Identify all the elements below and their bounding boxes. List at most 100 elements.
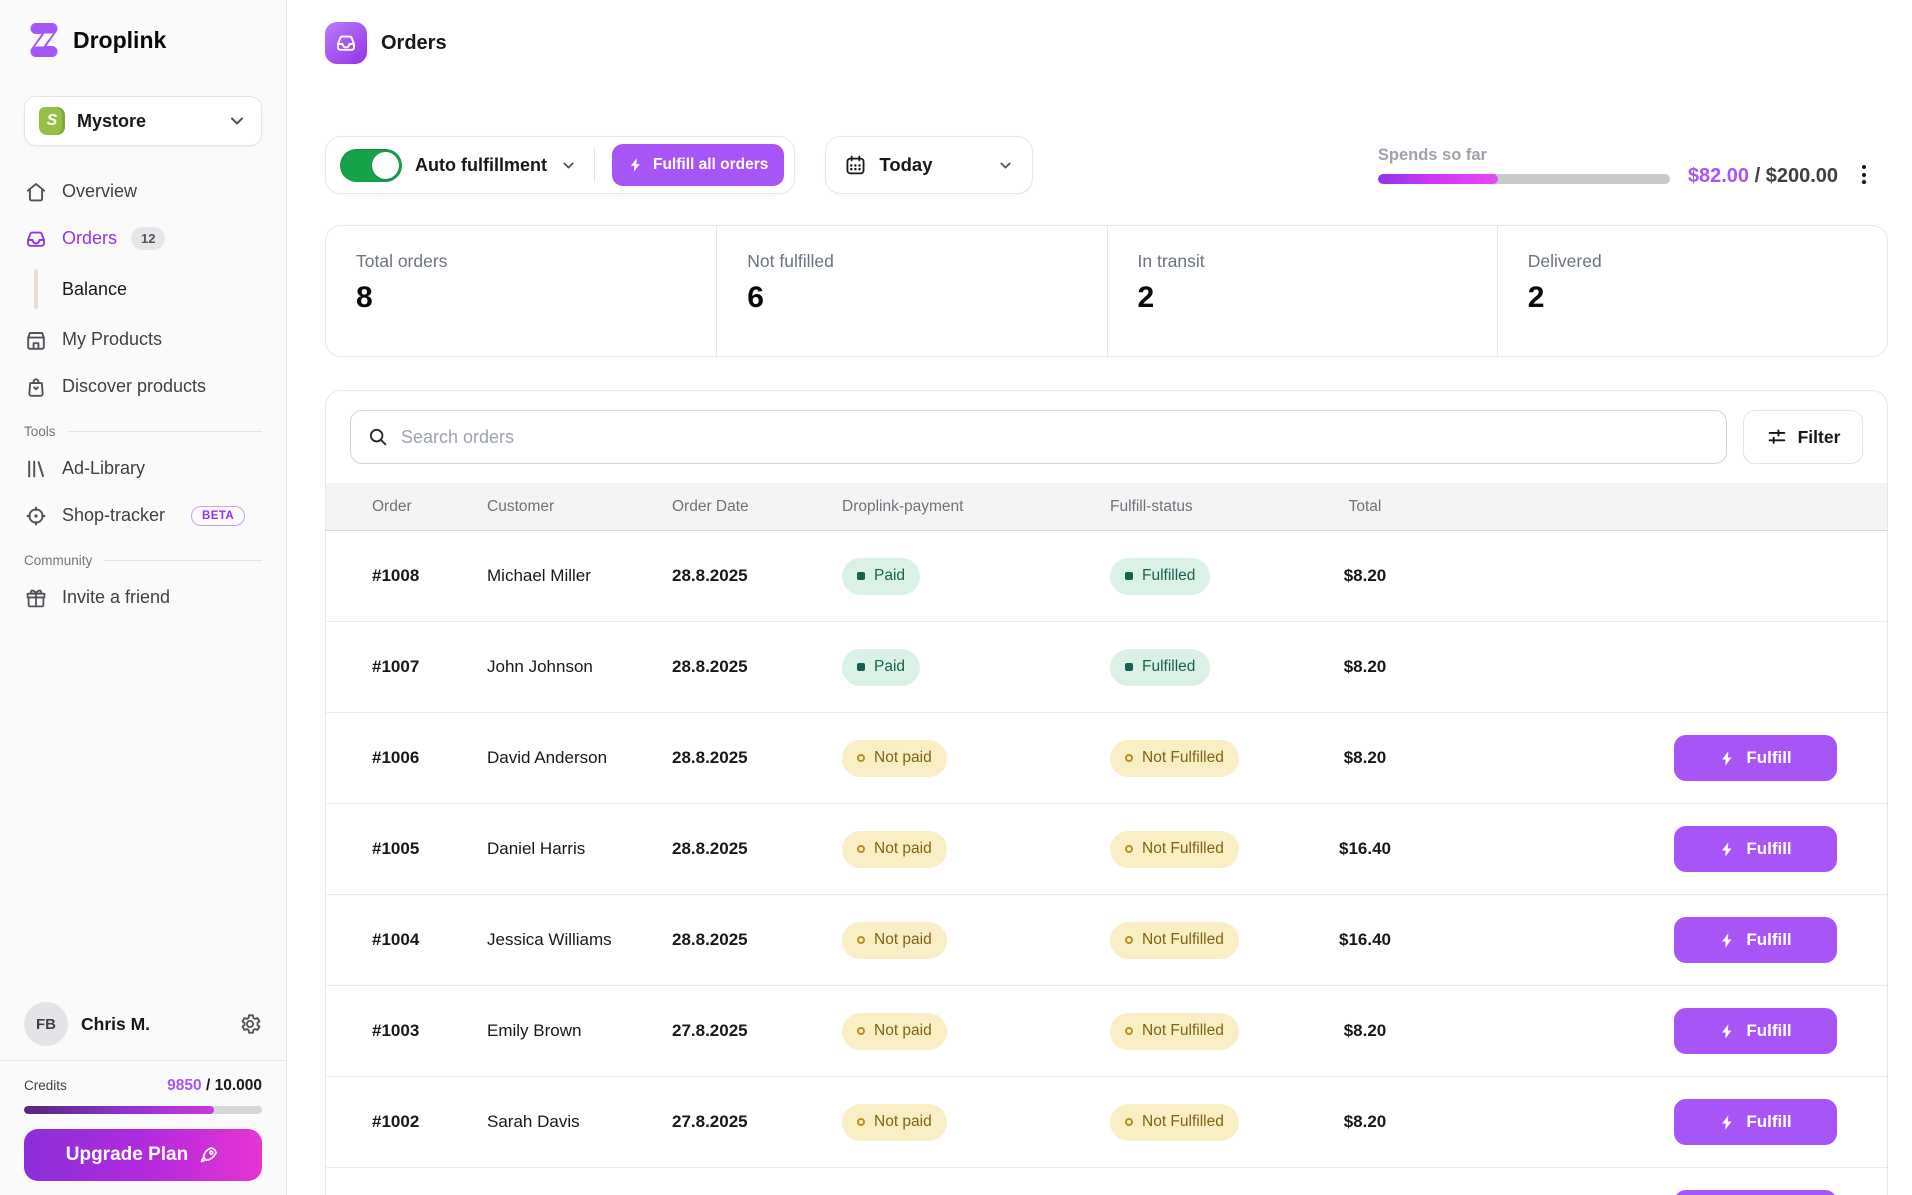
order-total: $8.20 <box>1310 748 1420 768</box>
status-dot-icon <box>857 1027 865 1035</box>
sidebar-item-balance[interactable]: Balance <box>24 262 262 316</box>
page-header: Orders <box>325 22 1888 64</box>
fulfill-status-badge: Not Fulfilled <box>1110 831 1239 868</box>
bolt-icon <box>1719 841 1736 858</box>
sidebar: Droplink S Mystore Overview Orders 12 Ba… <box>0 0 287 1195</box>
spends-progress <box>1378 174 1670 184</box>
upgrade-plan-button[interactable]: Upgrade Plan <box>24 1129 262 1181</box>
column-header-droplink-payment: Droplink-payment <box>842 498 1110 516</box>
section-label: Community <box>24 553 92 568</box>
payment-status-badge: Not paid <box>842 831 947 868</box>
filter-label: Filter <box>1798 427 1841 448</box>
spends-limit: / $200.00 <box>1749 165 1838 187</box>
sidebar-item-ad-library[interactable]: Ad-Library <box>24 445 262 492</box>
fulfill-button[interactable]: Fulfill <box>1674 826 1837 872</box>
filter-button[interactable]: Filter <box>1743 410 1863 464</box>
sidebar-item-my-products[interactable]: My Products <box>24 316 262 363</box>
fulfill-status-badge: Not Fulfilled <box>1110 922 1239 959</box>
stat-label: Total orders <box>356 251 686 272</box>
sidebar-item-discover-products[interactable]: Discover products <box>24 363 262 410</box>
payment-status-badge: Not paid <box>842 740 947 777</box>
fulfill-status-badge: Fulfilled <box>1110 558 1210 595</box>
stat-label: Delivered <box>1528 251 1857 272</box>
fulfill-button[interactable]: Fulfill <box>1674 735 1837 781</box>
fulfill-button[interactable]: Fulfill <box>1674 1008 1837 1054</box>
table-row: #1008 Michael Miller 28.8.2025 Paid Fulf… <box>326 531 1887 622</box>
status-dot-icon <box>857 1118 865 1126</box>
credits-separator: / <box>202 1077 215 1094</box>
sidebar-item-orders[interactable]: Orders 12 <box>24 215 262 262</box>
payment-status-badge: Paid <box>842 649 920 686</box>
spends-section: Spends so far $82.00 / $200.00 <box>1378 146 1888 184</box>
order-date: 28.8.2025 <box>672 566 842 586</box>
sidebar-item-label: Discover products <box>62 376 206 397</box>
sidebar-item-label: Orders <box>62 228 117 249</box>
auto-fulfillment-toggle[interactable] <box>340 149 402 182</box>
stat-total-orders: Total orders 8 <box>326 226 716 356</box>
sidebar-item-overview[interactable]: Overview <box>24 168 262 215</box>
table-row: #1004 Jessica Williams 28.8.2025 Not pai… <box>326 895 1887 986</box>
stat-in-transit: In transit 2 <box>1107 226 1497 356</box>
fulfill-button[interactable]: Fulfill <box>1674 1099 1837 1145</box>
bolt-icon <box>1719 1114 1736 1131</box>
chevron-down-icon[interactable] <box>560 157 577 174</box>
fulfill-status-badge: Not Fulfilled <box>1110 1104 1239 1141</box>
bolt-icon <box>628 157 644 173</box>
date-filter-dropdown[interactable]: Today <box>825 136 1033 194</box>
auto-fulfillment-label: Auto fulfillment <box>415 155 547 176</box>
store-selector[interactable]: S Mystore <box>24 96 262 146</box>
orders-table-body: #1008 Michael Miller 28.8.2025 Paid Fulf… <box>326 531 1887 1195</box>
order-total: $16.40 <box>1310 930 1420 950</box>
payment-status-badge: Not paid <box>842 922 947 959</box>
calendar-icon <box>844 154 867 177</box>
order-id: #1005 <box>372 839 487 859</box>
fulfill-all-orders-label: Fulfill all orders <box>653 156 768 174</box>
store-name: Mystore <box>77 111 146 132</box>
fulfill-button[interactable]: Fulfill <box>1674 917 1837 963</box>
fulfill-button[interactable]: Fulfill <box>1674 1190 1837 1195</box>
orders-page-icon <box>325 22 367 64</box>
orders-count-badge: 12 <box>131 227 165 250</box>
search-input[interactable] <box>401 427 1710 448</box>
target-icon <box>24 504 48 528</box>
section-label: Tools <box>24 424 56 439</box>
order-date: 28.8.2025 <box>672 930 842 950</box>
order-total: $8.20 <box>1310 1112 1420 1132</box>
order-date: 27.8.2025 <box>672 1021 842 1041</box>
rocket-icon <box>198 1144 220 1166</box>
controls-row: Auto fulfillment Fulfill all orders Toda… <box>325 136 1888 194</box>
status-dot-icon <box>1125 754 1133 762</box>
column-header-order-date: Order Date <box>672 498 842 516</box>
gear-icon[interactable] <box>238 1012 262 1036</box>
status-dot-icon <box>857 572 865 580</box>
section-tools: Tools <box>24 424 262 439</box>
order-id: #1007 <box>372 657 487 677</box>
divider <box>68 431 262 432</box>
fulfill-status-badge: Fulfilled <box>1110 649 1210 686</box>
toggle-knob <box>372 152 399 179</box>
fulfill-all-orders-button[interactable]: Fulfill all orders <box>612 144 784 186</box>
user-name: Chris M. <box>81 1014 150 1035</box>
sidebar-item-shop-tracker[interactable]: Shop-tracker BETA <box>24 492 262 539</box>
customer-name: Jessica Williams <box>487 930 672 950</box>
customer-name: David Anderson <box>487 748 672 768</box>
spends-progress-fill <box>1378 174 1498 184</box>
section-community: Community <box>24 553 262 568</box>
bolt-icon <box>1719 932 1736 949</box>
order-date: 27.8.2025 <box>672 1112 842 1132</box>
stat-delivered: Delivered 2 <box>1497 226 1887 356</box>
spends-current: $82.00 <box>1688 165 1749 187</box>
table-row: #1003 Emily Brown 27.8.2025 Not paid Not… <box>326 986 1887 1077</box>
sidebar-item-invite-a-friend[interactable]: Invite a friend <box>24 574 262 621</box>
kebab-menu-icon[interactable] <box>1860 163 1868 186</box>
order-total: $8.20 <box>1310 566 1420 586</box>
bolt-icon <box>1719 750 1736 767</box>
main-content: Orders Auto fulfillment Fulfill all orde… <box>287 0 1912 1195</box>
table-row: #1002 Sarah Davis 27.8.2025 Not paid Not… <box>326 1077 1887 1168</box>
user-row[interactable]: FB Chris M. <box>24 996 262 1060</box>
upgrade-plan-label: Upgrade Plan <box>66 1144 188 1166</box>
sidebar-item-label: Overview <box>62 181 137 202</box>
credits-section: Credits 9850 / 10.000 Upgrade Plan <box>0 1060 286 1181</box>
bolt-icon <box>1719 1023 1736 1040</box>
status-dot-icon <box>1125 572 1133 580</box>
